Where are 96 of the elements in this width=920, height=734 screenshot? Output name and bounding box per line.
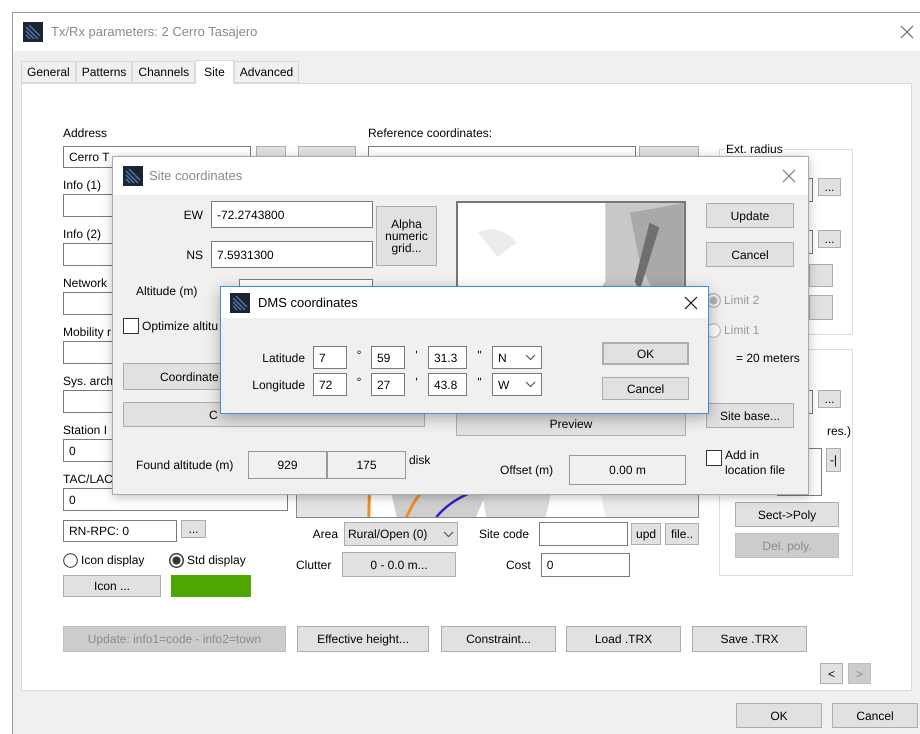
label: Reference coordinates: [367,125,494,142]
window-title: DMS coordinates [258,294,358,312]
label: Found altitude (m) [135,457,234,474]
button[interactable]: Icon ... [63,575,161,597]
label: NS [185,246,203,264]
label: res.) [827,423,851,440]
label: Optimize altitu [142,318,218,335]
label: Std display [187,552,246,569]
label: Limit 2 [724,292,760,309]
label: Station I [63,422,108,439]
label: Add in location file [725,448,786,478]
button[interactable]: -| [826,448,841,472]
chevron-icon [525,354,536,361]
input-field[interactable]: RN-RPC: 0 [63,520,177,542]
button[interactable]: file.. [665,523,700,545]
button[interactable]: Sect->Poly [735,502,839,527]
value-box: 175 [327,451,406,479]
button[interactable]: OK [736,703,822,728]
label: Info (2) [63,226,102,243]
input-field[interactable]: 7 [313,346,347,369]
button[interactable]: OK [602,342,689,365]
input-field[interactable]: 0 [540,552,630,576]
label: Offset (m) [499,462,554,479]
button[interactable]: upd [631,523,662,545]
button[interactable]: Preview [456,412,686,436]
label: Limit 1 [724,322,760,339]
checkbox[interactable] [123,318,139,334]
chevron-icon [525,381,536,388]
degree-sign: ° [356,347,362,364]
label: Info (1) [63,177,102,194]
label: Mobility r [63,324,112,341]
label: Area [312,526,338,543]
label: Clutter [296,556,332,574]
dropdown[interactable]: W [492,373,542,396]
label: Latitude [261,350,305,366]
input-field[interactable]: -72.2743800 [211,201,373,228]
label: Sys. arch [63,373,114,390]
color-swatch[interactable] [171,575,251,597]
chevron-icon [443,530,454,538]
dropdown[interactable]: Rural/Open (0) [344,522,458,546]
window-title: Site coordinates [149,167,242,186]
button[interactable]: Save .TRX [692,626,807,652]
button[interactable]: 0 - 0.0 m... [342,552,456,577]
label: Ext. radius [725,142,784,156]
app-icon [23,22,43,42]
button[interactable]: Cancel [706,242,794,267]
app-icon [123,166,143,186]
button[interactable]: Site base... [706,403,794,428]
button[interactable]: Cancel [602,377,689,400]
tab[interactable]: General [21,61,76,83]
input-field[interactable] [539,522,628,546]
label: Address [63,125,108,142]
value-box: 0.00 m [569,455,686,485]
label: TAC/LAC [63,471,113,488]
button[interactable]: Cancel [832,703,918,728]
input-field[interactable]: 59 [371,346,405,369]
input-field[interactable]: 27 [371,373,405,396]
button[interactable]: Alpha numeric grid... [376,206,437,266]
tab[interactable]: Channels [132,61,196,83]
second-sign: " [476,347,483,364]
label: Altitude (m) [135,283,198,300]
close-icon[interactable] [684,296,698,310]
app-icon [230,292,250,312]
button[interactable]: ... [181,520,206,538]
button[interactable]: Update [706,203,794,228]
input-field[interactable]: 31.3 [428,346,467,369]
button[interactable]: ... [818,390,841,408]
radio-button[interactable] [63,552,78,568]
tab[interactable]: Patterns [76,61,132,83]
value-box: 929 [248,451,327,479]
button[interactable]: Load .TRX [566,626,681,652]
degree-sign: ° [356,374,362,391]
button[interactable]: Constraint... [441,626,556,652]
radio-button[interactable] [169,552,184,568]
button[interactable]: Effective height... [297,626,429,652]
second-sign: " [476,374,483,391]
minute-sign: ' [414,347,419,364]
tab[interactable]: Site [195,60,234,84]
button[interactable]: ... [818,230,841,248]
dropdown[interactable]: N [492,346,542,369]
input-field[interactable]: 43.8 [428,373,467,396]
label: Site code [479,526,530,543]
label: disk [409,452,430,469]
input-field[interactable]: 72 [313,373,347,396]
checkbox[interactable] [706,450,722,466]
window-title: Tx/Rx parameters: 2 Cerro Tasajero [51,23,258,42]
label: Network [63,275,108,292]
label: EW [182,206,203,224]
tab[interactable]: Advanced [234,61,300,83]
button[interactable]: ... [818,178,841,196]
minute-sign: ' [414,374,419,391]
input-field[interactable]: 7.5931300 [211,241,373,268]
label: Cost [506,556,531,574]
label: Icon display [81,552,144,569]
label: Longitude [251,376,305,394]
button[interactable]: < [820,663,843,684]
